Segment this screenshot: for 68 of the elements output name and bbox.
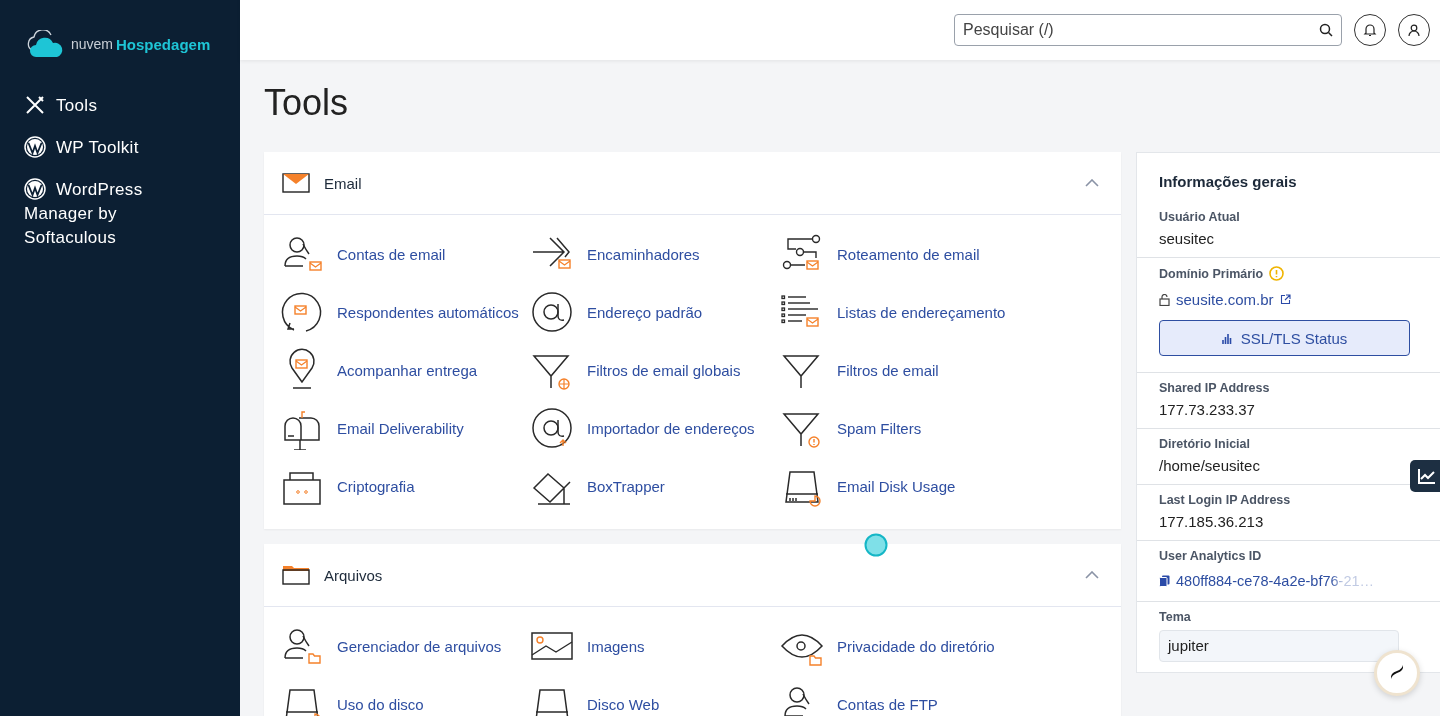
panel-title: Informações gerais — [1158, 173, 1298, 192]
tools-icon — [24, 94, 46, 116]
field-value: /home/seusitec — [1159, 457, 1260, 474]
sidebar-item[interactable]: WordPress Manager by Softaculous — [24, 178, 174, 250]
field-value: seusitec — [1159, 230, 1215, 247]
bar-chart-icon — [1221, 332, 1233, 344]
field-label: Shared IP Address — [1159, 381, 1270, 395]
field-label: Domínio Primário — [1159, 266, 1264, 281]
user-menu-button[interactable] — [1398, 14, 1430, 46]
tool-link[interactable]: Respondentes automáticos — [280, 283, 530, 341]
tool-link[interactable]: BoxTrapper — [530, 457, 780, 515]
analytics-id: 480ff884-ce78-4a2e-bf76-21… — [1176, 573, 1375, 589]
field-value: 177.185.36.213 — [1159, 513, 1264, 530]
tool-link[interactable]: Roteamento de email — [780, 225, 1030, 283]
domain-link[interactable]: seusite.com.br — [1176, 291, 1274, 308]
field-label: Usuário Atual — [1159, 210, 1240, 224]
logo-text: nuvem — [71, 36, 114, 52]
wordpress-icon — [24, 178, 46, 200]
tool-link[interactable]: Uso do disco — [280, 675, 530, 716]
stats-button[interactable] — [1410, 460, 1440, 492]
tool-link[interactable]: Contas de email — [280, 225, 530, 283]
at-sign-icon — [530, 406, 574, 450]
tool-link[interactable]: Privacidade do diretório — [780, 617, 1030, 675]
tool-link[interactable]: Filtros de email — [780, 341, 1030, 399]
tool-link[interactable]: Email Deliverability — [280, 399, 530, 457]
ssl-status-button[interactable]: SSL/TLS Status — [1159, 320, 1410, 356]
chevron-icon — [1085, 571, 1099, 579]
wordpress-icon — [24, 136, 46, 158]
at-sign-icon — [530, 290, 574, 334]
trend-chart-icon — [1418, 468, 1436, 484]
external-link-icon — [1279, 294, 1291, 305]
tool-link[interactable]: Spam Filters — [780, 399, 1030, 457]
page-title: Tools — [264, 82, 350, 124]
envelope-icon — [282, 173, 310, 193]
sidebar-item[interactable]: WP Toolkit — [24, 136, 174, 160]
circular-arrow-mail-icon — [280, 290, 324, 334]
tool-link[interactable]: Disco Web — [530, 675, 780, 716]
tool-link[interactable]: Listas de endereçamento — [780, 283, 1030, 341]
tool-link[interactable]: Importador de endereços — [530, 399, 780, 457]
tool-link[interactable]: Email Disk Usage — [780, 457, 1030, 515]
tool-link[interactable]: Gerenciador de arquivos — [280, 617, 530, 675]
tool-link[interactable]: Filtros de email globais — [530, 341, 780, 399]
search-icon — [1319, 23, 1333, 37]
field-label: User Analytics ID — [1159, 549, 1262, 563]
folder-icon — [282, 565, 310, 585]
tool-link[interactable]: Encaminhadores — [530, 225, 780, 283]
cursor-dot-icon — [864, 533, 888, 557]
sidebar-item[interactable]: Tools — [24, 94, 174, 118]
field-value: 177.73.233.37 — [1159, 401, 1255, 418]
field-label: Tema — [1159, 610, 1191, 624]
notifications-button[interactable] — [1354, 14, 1386, 46]
tool-link[interactable]: Criptografia — [280, 457, 530, 515]
field-label: Last Login IP Address — [1159, 493, 1291, 507]
bell-icon — [1363, 23, 1377, 37]
user-icon — [1407, 23, 1421, 37]
theme-field[interactable]: jupiter — [1159, 630, 1399, 662]
tool-link[interactable]: Contas de FTP — [780, 675, 1030, 716]
section-title: Arquivos — [324, 566, 384, 584]
field-label: Diretório Inicial — [1159, 437, 1250, 451]
chevron-icon — [1085, 179, 1099, 187]
search-field[interactable]: Pesquisar (/) — [954, 14, 1342, 46]
tool-link[interactable]: Endereço padrão — [530, 283, 780, 341]
section-title: Email — [324, 174, 363, 192]
lock-icon — [1159, 293, 1170, 306]
tool-link[interactable]: Imagens — [530, 617, 780, 675]
tool-link[interactable]: Acompanhar entrega — [280, 341, 530, 399]
logo-text-bold: Hospedagem — [116, 35, 211, 53]
copy-icon — [1159, 575, 1170, 587]
